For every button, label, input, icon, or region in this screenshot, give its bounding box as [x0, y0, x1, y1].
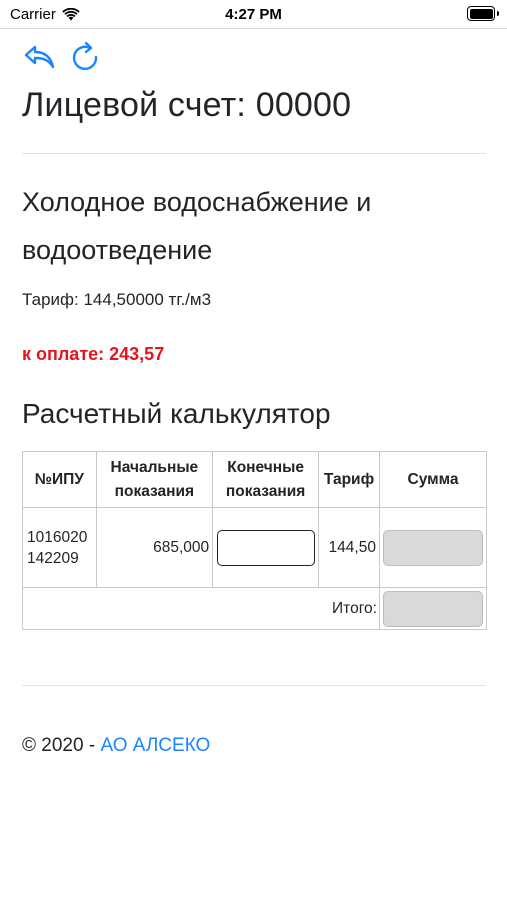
footer: © 2020 - АО АЛСЕКО	[22, 735, 210, 757]
copyright-text: © 2020 -	[22, 735, 101, 756]
header-end-readings: Конечные показания	[212, 451, 320, 508]
table-row: 1016020142209 685,000 144,50	[22, 507, 488, 588]
cell-ipu: 1016020142209	[22, 507, 97, 588]
battery-icon	[467, 6, 499, 21]
status-bar: Carrier 4:27 PM	[0, 0, 507, 28]
calculator-table: №ИПУ Начальные показания Конечные показа…	[22, 451, 488, 630]
cell-total	[378, 587, 488, 630]
refresh-icon[interactable]	[68, 40, 102, 74]
nav-toolbar	[22, 40, 102, 74]
total-field	[382, 590, 483, 627]
company-link[interactable]: АО АЛСЕКО	[100, 735, 210, 756]
divider	[22, 685, 486, 686]
service-title: Холодное водоснабжение и водоотведение	[22, 187, 372, 265]
total-label: Итого:	[22, 587, 380, 630]
table-header-row: №ИПУ Начальные показания Конечные показа…	[22, 451, 488, 508]
page-title: Лицевой счет: 00000	[22, 86, 352, 124]
header-tariff: Тариф	[318, 451, 380, 508]
reply-arrow-icon[interactable]	[22, 40, 56, 74]
end-reading-input[interactable]	[216, 529, 315, 566]
header-start-readings: Начальные показания	[95, 451, 214, 508]
cell-end-reading	[212, 507, 320, 588]
tariff-text: Тариф: 144,50000 тг./м3	[22, 290, 212, 309]
cell-sum	[378, 507, 488, 588]
amount-due: к оплате: 243,57	[22, 344, 165, 364]
status-divider	[0, 28, 507, 29]
header-ipu: №ИПУ	[22, 451, 97, 508]
status-time: 4:27 PM	[225, 6, 282, 23]
calculator-title: Расчетный калькулятор	[22, 398, 331, 429]
sum-field	[382, 529, 483, 566]
divider	[22, 153, 486, 154]
cell-tariff: 144,50	[318, 507, 380, 588]
header-sum: Сумма	[378, 451, 488, 508]
table-total-row: Итого:	[22, 587, 488, 630]
cell-start-reading: 685,000	[95, 507, 214, 588]
